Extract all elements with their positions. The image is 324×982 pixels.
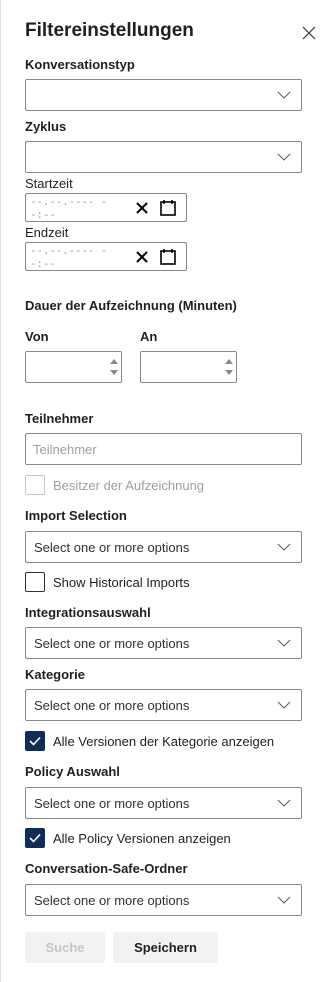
chevron-down-icon — [277, 543, 291, 551]
close-icon[interactable] — [298, 22, 320, 44]
category-placeholder: Select one or more options — [34, 697, 190, 713]
chevron-up-icon[interactable] — [225, 359, 233, 364]
category-dropdown[interactable]: Select one or more options — [25, 689, 302, 721]
checkmark-icon — [29, 736, 41, 746]
panel-left-border — [0, 0, 1, 982]
safe-folder-label: Conversation-Safe-Ordner — [25, 861, 188, 876]
clear-icon[interactable] — [133, 199, 151, 217]
safe-folder-placeholder: Select one or more options — [34, 892, 190, 908]
end-time-input[interactable]: --.--.---- --:-- — [25, 242, 187, 271]
chevron-down-icon — [277, 799, 291, 807]
duration-to-input[interactable] — [140, 351, 237, 383]
policy-label: Policy Auswahl — [25, 764, 120, 779]
conversation-type-dropdown[interactable] — [25, 79, 302, 111]
chevron-down-icon — [277, 639, 291, 647]
spinner-arrows[interactable] — [222, 352, 236, 382]
start-time-input[interactable]: --.--.---- --:-- — [25, 193, 187, 222]
category-versions-label: Alle Versionen der Kategorie anzeigen — [53, 734, 275, 749]
search-button[interactable]: Suche — [25, 932, 105, 963]
integration-dropdown[interactable]: Select one or more options — [25, 627, 302, 659]
participants-label: Teilnehmer — [25, 411, 94, 426]
safe-folder-dropdown[interactable]: Select one or more options — [25, 884, 302, 916]
chevron-down-icon[interactable] — [225, 370, 233, 375]
duration-label: Dauer der Aufzeichnung (Minuten) — [25, 298, 237, 313]
historical-imports-checkbox[interactable] — [25, 572, 45, 592]
participants-input[interactable]: Teilnehmer — [25, 433, 302, 465]
import-selection-label: Import Selection — [25, 508, 127, 523]
historical-imports-label: Show Historical Imports — [53, 575, 190, 590]
integration-placeholder: Select one or more options — [34, 635, 190, 651]
duration-from-input[interactable] — [25, 351, 122, 383]
clear-icon[interactable] — [133, 248, 151, 266]
import-selection-placeholder: Select one or more options — [34, 539, 190, 555]
save-button[interactable]: Speichern — [113, 932, 218, 963]
end-time-label: Endzeit — [25, 225, 69, 240]
policy-placeholder: Select one or more options — [34, 795, 190, 811]
chevron-down-icon[interactable] — [110, 370, 118, 375]
chevron-down-icon — [277, 91, 291, 99]
participants-placeholder: Teilnehmer — [33, 441, 97, 457]
panel-title: Filtereinstellungen — [25, 20, 194, 41]
category-label: Kategorie — [25, 667, 85, 682]
checkmark-icon — [29, 833, 41, 843]
chevron-down-icon — [277, 153, 291, 161]
end-time-placeholder: --.--.---- --:-- — [30, 243, 108, 270]
start-time-label: Startzeit — [25, 176, 73, 191]
duration-from-label: Von — [25, 329, 49, 344]
calendar-icon[interactable] — [159, 248, 177, 266]
spinner-arrows[interactable] — [107, 352, 121, 382]
category-versions-checkbox[interactable] — [25, 731, 45, 751]
owner-checkbox-label: Besitzer der Aufzeichnung — [53, 478, 205, 493]
policy-versions-label: Alle Policy Versionen anzeigen — [53, 831, 231, 846]
chevron-down-icon — [277, 896, 291, 904]
conversation-type-label: Konversationstyp — [25, 57, 135, 72]
duration-to-label: An — [140, 329, 158, 344]
chevron-down-icon — [277, 701, 291, 709]
import-selection-dropdown[interactable]: Select one or more options — [25, 531, 302, 563]
integration-label: Integrationsauswahl — [25, 605, 151, 620]
policy-versions-checkbox[interactable] — [25, 828, 45, 848]
cycle-dropdown[interactable] — [25, 141, 302, 173]
cycle-label: Zyklus — [25, 119, 67, 134]
chevron-up-icon[interactable] — [110, 359, 118, 364]
calendar-icon[interactable] — [159, 199, 177, 217]
owner-checkbox[interactable] — [25, 475, 45, 495]
start-time-placeholder: --.--.---- --:-- — [30, 194, 108, 221]
policy-dropdown[interactable]: Select one or more options — [25, 787, 302, 819]
